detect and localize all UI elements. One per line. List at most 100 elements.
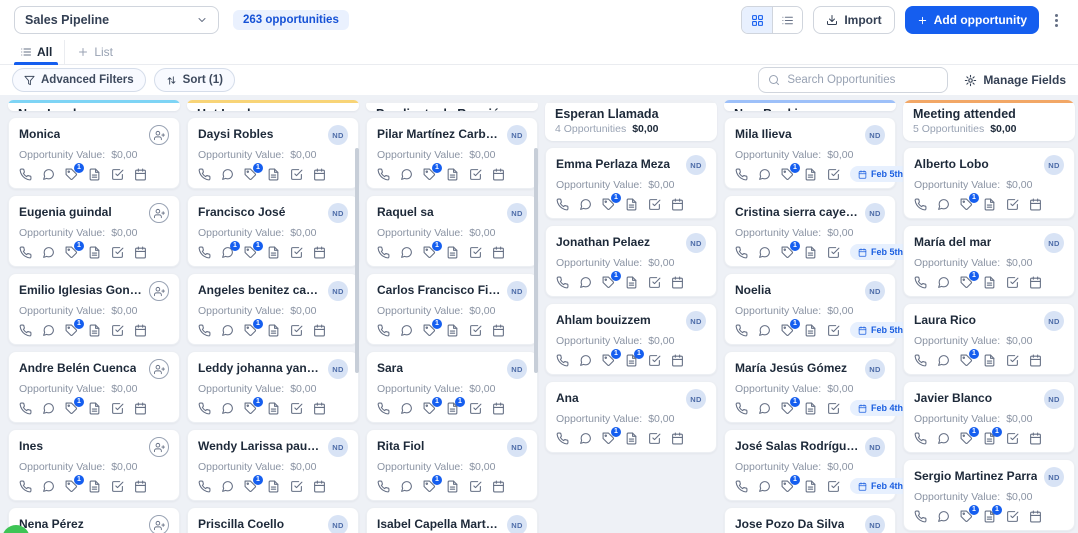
tasks-icon[interactable] <box>290 246 303 259</box>
opportunity-card[interactable]: Cristina sierra cayetano ND Opportunity … <box>724 195 896 267</box>
message-icon[interactable] <box>758 324 771 337</box>
notes-icon[interactable] <box>267 480 280 493</box>
notes-icon[interactable]: 1 <box>983 510 996 523</box>
call-icon[interactable] <box>19 480 32 493</box>
calendar-icon[interactable] <box>313 246 326 259</box>
pipeline-select[interactable]: Sales Pipeline <box>14 6 219 34</box>
message-icon[interactable] <box>221 402 234 415</box>
notes-icon[interactable] <box>267 168 280 181</box>
tasks-icon[interactable] <box>111 246 124 259</box>
assignee-avatar[interactable]: ND <box>507 515 527 533</box>
tag-icon[interactable]: 1 <box>423 246 436 259</box>
tag-icon[interactable]: 1 <box>423 324 436 337</box>
notes-icon[interactable]: 1 <box>446 402 459 415</box>
opportunity-card[interactable]: Jonathan Pelaez ND Opportunity Value: $0… <box>545 225 717 297</box>
call-icon[interactable] <box>556 198 569 211</box>
notes-icon[interactable] <box>267 324 280 337</box>
calendar-icon[interactable] <box>313 402 326 415</box>
tasks-icon[interactable] <box>827 324 840 337</box>
tab-all[interactable]: All <box>14 40 58 64</box>
assignee-avatar[interactable]: ND <box>328 203 348 223</box>
assignee-avatar[interactable]: ND <box>865 203 885 223</box>
tag-icon[interactable]: 1 <box>244 480 257 493</box>
opportunity-card[interactable]: Monica Opportunity Value: $0,00 1 <box>8 117 180 189</box>
calendar-icon[interactable] <box>492 324 505 337</box>
call-icon[interactable] <box>735 480 748 493</box>
call-icon[interactable] <box>198 324 211 337</box>
sort-button[interactable]: Sort (1) <box>154 68 235 92</box>
notes-icon[interactable] <box>804 246 817 259</box>
opportunity-card[interactable]: Raquel sa ND Opportunity Value: $0,00 1 <box>366 195 538 267</box>
call-icon[interactable] <box>198 402 211 415</box>
assignee-avatar[interactable]: ND <box>1044 233 1064 253</box>
opportunity-card[interactable]: Noelia ND Opportunity Value: $0,00 1Feb … <box>724 273 896 345</box>
notes-icon[interactable]: 1 <box>983 432 996 445</box>
assignee-avatar[interactable]: ND <box>507 359 527 379</box>
notes-icon[interactable] <box>625 198 638 211</box>
notes-icon[interactable] <box>446 246 459 259</box>
manage-fields-button[interactable]: Manage Fields <box>964 73 1066 87</box>
message-icon[interactable] <box>758 402 771 415</box>
message-icon[interactable] <box>758 168 771 181</box>
notes-icon[interactable] <box>625 432 638 445</box>
assignee-avatar[interactable]: ND <box>686 311 706 331</box>
column-header[interactable]: Pendiente de Reunión 9 Opportunities $0,… <box>366 100 538 111</box>
calendar-icon[interactable] <box>492 246 505 259</box>
call-icon[interactable] <box>19 402 32 415</box>
search-input[interactable] <box>787 74 938 86</box>
assignee-avatar[interactable]: ND <box>865 281 885 301</box>
call-icon[interactable] <box>198 246 211 259</box>
calendar-icon[interactable] <box>492 480 505 493</box>
call-icon[interactable] <box>377 168 390 181</box>
opportunity-card[interactable]: Emma Perlaza Meza ND Opportunity Value: … <box>545 147 717 219</box>
calendar-icon[interactable] <box>134 324 147 337</box>
tab-add-list[interactable]: List <box>64 40 119 64</box>
list-view-button[interactable] <box>772 7 802 33</box>
import-button[interactable]: Import <box>813 6 894 34</box>
assignee-avatar[interactable]: ND <box>328 437 348 457</box>
message-icon[interactable] <box>579 276 592 289</box>
tag-icon[interactable]: 1 <box>65 168 78 181</box>
assignee-avatar[interactable]: ND <box>865 359 885 379</box>
tag-icon[interactable]: 1 <box>65 246 78 259</box>
tasks-icon[interactable] <box>648 354 661 367</box>
message-icon[interactable] <box>400 480 413 493</box>
notes-icon[interactable] <box>88 480 101 493</box>
column-header[interactable]: Meeting attended 5 Opportunities $0,00 <box>903 100 1075 141</box>
tasks-icon[interactable] <box>290 168 303 181</box>
notes-icon[interactable]: 1 <box>625 354 638 367</box>
column-header[interactable]: Esperan Llamada 4 Opportunities $0,00 <box>545 100 717 141</box>
opportunity-card[interactable]: Sergio Martinez Parra ND Opportunity Val… <box>903 459 1075 531</box>
call-icon[interactable] <box>735 246 748 259</box>
tag-icon[interactable]: 1 <box>244 246 257 259</box>
opportunity-card[interactable]: Ines Opportunity Value: $0,00 1 <box>8 429 180 501</box>
call-icon[interactable] <box>914 510 927 523</box>
calendar-icon[interactable] <box>1029 432 1042 445</box>
opportunity-card[interactable]: Daysi Robles ND Opportunity Value: $0,00… <box>187 117 359 189</box>
opportunity-card[interactable]: Eugenia guindal Opportunity Value: $0,00… <box>8 195 180 267</box>
tasks-icon[interactable] <box>827 402 840 415</box>
call-icon[interactable] <box>377 402 390 415</box>
assignee-avatar[interactable]: ND <box>507 437 527 457</box>
opportunity-card[interactable]: Carlos Francisco Figuerola Ra... ND Oppo… <box>366 273 538 345</box>
tag-icon[interactable]: 1 <box>960 510 973 523</box>
tasks-icon[interactable] <box>1006 276 1019 289</box>
tag-icon[interactable]: 1 <box>781 402 794 415</box>
opportunity-card[interactable]: Priscilla Coello ND Opportunity Value: $… <box>187 507 359 533</box>
opportunity-card[interactable]: Nena Pérez Opportunity Value: $0,00 1 <box>8 507 180 533</box>
tag-icon[interactable]: 1 <box>65 402 78 415</box>
call-icon[interactable] <box>198 480 211 493</box>
tasks-icon[interactable] <box>1006 432 1019 445</box>
assignee-avatar[interactable]: ND <box>328 515 348 533</box>
calendar-icon[interactable] <box>671 432 684 445</box>
call-icon[interactable] <box>914 276 927 289</box>
assignee-avatar[interactable]: ND <box>1044 389 1064 409</box>
tasks-icon[interactable] <box>290 402 303 415</box>
message-icon[interactable] <box>579 354 592 367</box>
call-icon[interactable] <box>198 168 211 181</box>
assignee-avatar[interactable]: ND <box>686 389 706 409</box>
calendar-icon[interactable] <box>492 402 505 415</box>
notes-icon[interactable] <box>983 354 996 367</box>
message-icon[interactable] <box>400 402 413 415</box>
opportunity-card[interactable]: Ana ND Opportunity Value: $0,00 1 <box>545 381 717 453</box>
